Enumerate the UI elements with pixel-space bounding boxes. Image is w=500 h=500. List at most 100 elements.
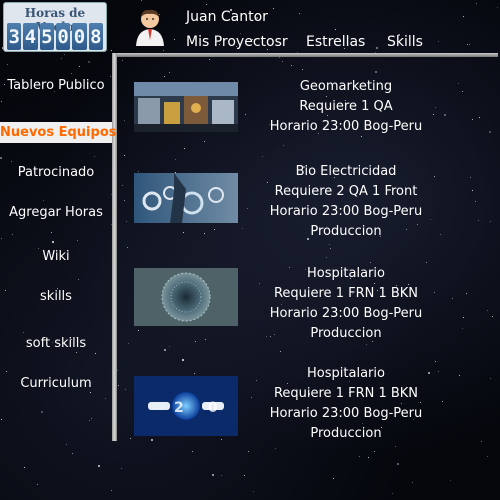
user-name: Juan Cantor bbox=[186, 9, 268, 25]
star bbox=[487, 456, 488, 457]
user-avatar-icon[interactable] bbox=[133, 8, 167, 46]
project-card-geomarketing[interactable]: Geomarketing Requiere 1 QA Horario 23:00… bbox=[248, 77, 444, 137]
star bbox=[395, 446, 396, 447]
sidebar-item-tablero-publico[interactable]: Tablero Publico bbox=[0, 78, 112, 93]
sidebar-item-soft-skills[interactable]: soft skills bbox=[0, 336, 112, 351]
star bbox=[174, 39, 175, 40]
star bbox=[124, 155, 125, 156]
project-title: Geomarketing bbox=[299, 79, 393, 94]
sidebar-item-skills[interactable]: skills bbox=[0, 289, 112, 304]
star bbox=[138, 171, 139, 172]
project-title: Hospitalario bbox=[307, 266, 385, 281]
star bbox=[221, 475, 222, 476]
star bbox=[192, 451, 193, 452]
star bbox=[221, 439, 222, 440]
star bbox=[275, 448, 276, 449]
star bbox=[475, 201, 476, 202]
nav-skills[interactable]: Skills bbox=[387, 34, 423, 50]
project-stage: Produccion bbox=[310, 326, 382, 341]
project-card-hospitalario[interactable]: Hospitalario Requiere 1 FRN 1 BKN Horari… bbox=[248, 264, 444, 344]
star bbox=[175, 159, 176, 160]
project-requirement: Requiere 1 FRN 1 BKN bbox=[273, 386, 419, 401]
star bbox=[124, 200, 125, 201]
star bbox=[194, 373, 195, 374]
star bbox=[458, 83, 459, 84]
sidebar-item-curriculum[interactable]: Curriculum bbox=[0, 376, 112, 391]
star bbox=[117, 370, 118, 371]
star bbox=[242, 228, 243, 229]
star bbox=[490, 221, 491, 222]
star bbox=[244, 475, 245, 476]
star bbox=[169, 346, 170, 347]
star bbox=[262, 156, 263, 157]
nav-estrellas[interactable]: Estrellas bbox=[306, 34, 365, 50]
star bbox=[124, 120, 125, 121]
star bbox=[478, 220, 479, 221]
star bbox=[209, 59, 210, 60]
star bbox=[459, 375, 460, 376]
star bbox=[426, 262, 427, 263]
star bbox=[253, 491, 254, 492]
star bbox=[280, 351, 281, 352]
star bbox=[127, 247, 128, 248]
star bbox=[182, 359, 184, 361]
star bbox=[282, 61, 283, 62]
star bbox=[479, 117, 480, 118]
star bbox=[462, 91, 463, 92]
star bbox=[141, 0, 142, 1]
star bbox=[497, 7, 498, 8]
star bbox=[462, 328, 463, 329]
star bbox=[206, 4, 207, 5]
sidebar-item-patrocinado[interactable]: Patrocinado bbox=[0, 165, 112, 180]
star bbox=[121, 468, 122, 469]
star bbox=[195, 341, 196, 342]
star bbox=[467, 44, 468, 45]
star bbox=[397, 463, 399, 465]
star bbox=[366, 344, 367, 345]
star bbox=[472, 190, 473, 191]
star bbox=[463, 317, 464, 318]
project-title: Hospitalario bbox=[307, 366, 385, 381]
star bbox=[333, 478, 334, 479]
star bbox=[248, 451, 249, 452]
star bbox=[204, 141, 205, 142]
industrial-machinery-image[interactable] bbox=[134, 82, 238, 132]
project-schedule: Horario 23:00 Bog-Peru bbox=[269, 306, 423, 321]
star bbox=[183, 232, 184, 233]
star bbox=[164, 349, 166, 351]
project-requirement: Requiere 1 QA bbox=[299, 99, 393, 114]
sidebar-item-agregar-horas[interactable]: Agregar Horas bbox=[0, 205, 112, 220]
nav-mis-proyectos[interactable]: Mis Proyectosr bbox=[186, 34, 288, 50]
star bbox=[130, 438, 131, 439]
star bbox=[466, 293, 467, 294]
project-card-bio-electricidad[interactable]: Bio Electricidad Requiere 2 QA 1 Front H… bbox=[248, 162, 444, 242]
star bbox=[122, 60, 123, 61]
star bbox=[470, 177, 471, 178]
star bbox=[169, 72, 170, 73]
sidebar-item-nuevos-equipos[interactable]: Nuevos Equipos bbox=[0, 122, 117, 143]
star bbox=[463, 16, 464, 17]
star bbox=[122, 185, 123, 186]
digital-sphere-image[interactable] bbox=[134, 268, 238, 326]
star bbox=[212, 474, 214, 476]
star bbox=[151, 439, 153, 441]
star bbox=[302, 69, 303, 70]
star bbox=[291, 65, 292, 66]
star bbox=[490, 378, 491, 379]
sidebar-item-wiki[interactable]: Wiki bbox=[0, 249, 112, 264]
star bbox=[481, 441, 482, 442]
project-schedule: Horario 23:00 Bog-Peru bbox=[269, 406, 423, 421]
sidebar-divider bbox=[112, 53, 117, 441]
star bbox=[374, 451, 375, 452]
star bbox=[376, 47, 378, 49]
star bbox=[204, 233, 205, 234]
web-2-0-image[interactable]: 2 0 bbox=[134, 376, 238, 436]
star bbox=[205, 339, 206, 340]
gears-technology-image[interactable] bbox=[134, 173, 238, 223]
svg-text:2: 2 bbox=[174, 400, 184, 416]
star bbox=[335, 29, 336, 30]
project-schedule: Horario 23:00 Bog-Peru bbox=[269, 119, 423, 134]
star bbox=[370, 262, 371, 263]
project-card-hospitalario-2[interactable]: Hospitalario Requiere 1 FRN 1 BKN Horari… bbox=[248, 364, 444, 444]
star bbox=[245, 114, 246, 115]
